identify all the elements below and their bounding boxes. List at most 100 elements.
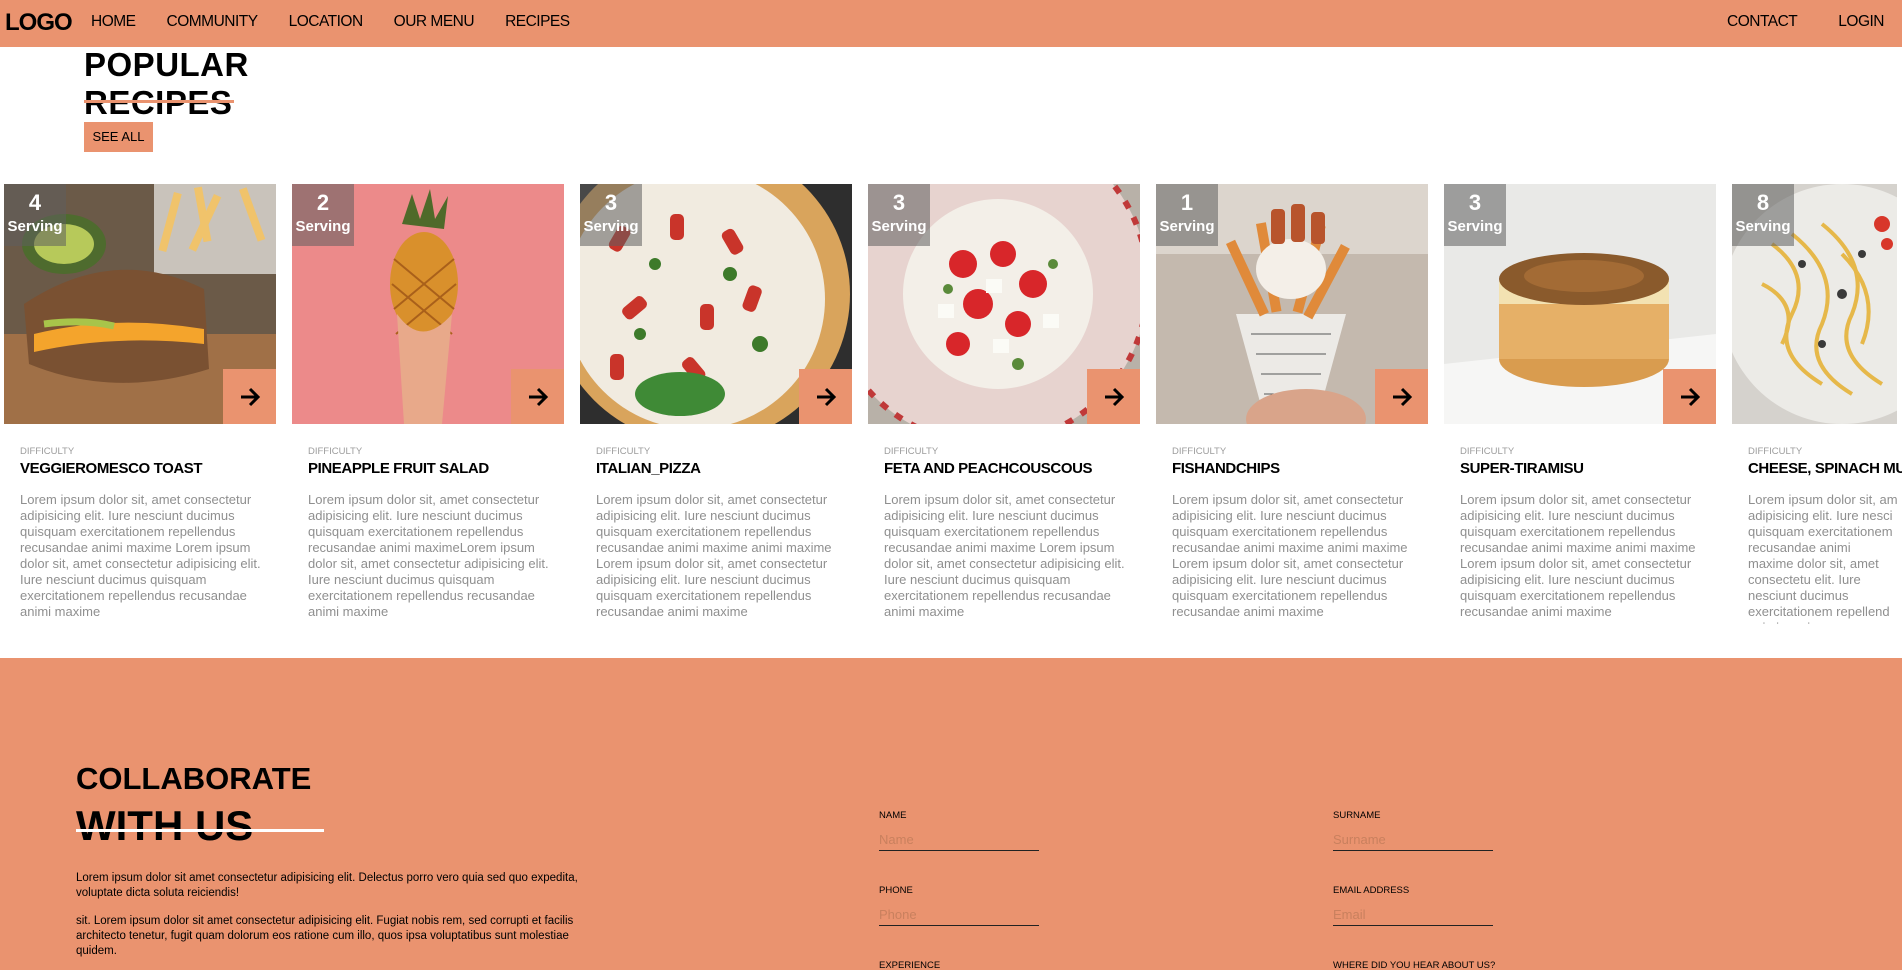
serving-badge: 3 Serving xyxy=(868,184,930,246)
nav-link-home[interactable]: HOME xyxy=(91,13,136,31)
name-label: NAME xyxy=(879,810,907,821)
open-recipe-button[interactable] xyxy=(1663,369,1716,424)
difficulty-label: DIFFICULTY xyxy=(1748,446,1803,457)
arrow-right-icon xyxy=(1680,387,1700,406)
arrow-right-icon xyxy=(816,387,836,406)
recipe-card[interactable]: 4 Serving DIFFICULTY VEGGIEROMESCO TOAST… xyxy=(4,184,276,620)
recipe-card[interactable]: 3 Serving DIFFICULTY ITALIAN_PIZZA Lorem… xyxy=(580,184,852,620)
popular-recipes-heading: POPULAR RECIPES xyxy=(84,46,249,122)
recipe-card[interactable]: 3 Serving DIFFICULTY FETA AND PEACHCOUSC… xyxy=(868,184,1140,620)
phone-label: PHONE xyxy=(879,885,913,896)
serving-count: 3 xyxy=(1468,190,1482,215)
recipe-card[interactable]: 1 Serving DIFFICULTY FISHANDCHIPS Lorem … xyxy=(1156,184,1428,620)
recipe-image: 8 Serving xyxy=(1732,184,1897,424)
serving-badge: 3 Serving xyxy=(580,184,642,246)
nav-link-our-menu[interactable]: OUR MENU xyxy=(394,13,475,31)
open-recipe-button[interactable] xyxy=(1375,369,1428,424)
serving-label: Serving xyxy=(1735,218,1791,235)
serving-count: 3 xyxy=(604,190,618,215)
serving-badge: 2 Serving xyxy=(292,184,354,246)
difficulty-label: DIFFICULTY xyxy=(1172,446,1227,457)
surname-label: SURNAME xyxy=(1333,810,1381,821)
serving-count: 8 xyxy=(1756,190,1770,215)
surname-input[interactable] xyxy=(1333,829,1493,851)
recipe-card[interactable]: 3 Serving DIFFICULTY SUPER-TIRAMISU Lore… xyxy=(1444,184,1716,620)
collab-title-line1: COLLABORATE xyxy=(76,761,312,796)
experience-label: EXPERIENCE xyxy=(879,960,941,971)
section-title-line1: POPULAR xyxy=(84,46,249,83)
difficulty-label: DIFFICULTY xyxy=(1460,446,1515,457)
arrow-right-icon xyxy=(1104,387,1124,406)
recipe-description: Lorem ipsum dolor sit, amet consectetur … xyxy=(1460,492,1696,619)
top-navbar: LOGO HOME COMMUNITY LOCATION OUR MENU RE… xyxy=(0,0,1902,47)
section-title-line2: RECIPES xyxy=(84,84,233,121)
recipe-image: 3 Serving xyxy=(1444,184,1716,424)
recipe-description: Lorem ipsum dolor sit, amet consectetur … xyxy=(884,492,1125,619)
open-recipe-button[interactable] xyxy=(1087,369,1140,424)
open-recipe-button[interactable] xyxy=(511,369,564,424)
recipe-image: 3 Serving xyxy=(868,184,1140,424)
serving-count: 4 xyxy=(28,190,42,215)
serving-badge: 1 Serving xyxy=(1156,184,1218,246)
recipe-image: 1 Serving xyxy=(1156,184,1428,424)
arrow-right-icon xyxy=(528,387,548,406)
serving-count: 2 xyxy=(316,190,330,215)
phone-field: PHONE xyxy=(879,885,1039,926)
nav-link-location[interactable]: LOCATION xyxy=(289,13,364,31)
difficulty-label: DIFFICULTY xyxy=(20,446,75,457)
collab-paragraph-1: Lorem ipsum dolor sit amet consectetur a… xyxy=(76,872,578,899)
see-all-button[interactable]: SEE ALL xyxy=(84,122,153,152)
recipe-image: 2 Serving xyxy=(292,184,564,424)
difficulty-label: DIFFICULTY xyxy=(308,446,363,457)
recipe-description: Lorem ipsum dolor sit, amet consectetur … xyxy=(1172,492,1408,619)
nav-links: HOME COMMUNITY LOCATION OUR MENU RECIPES xyxy=(91,13,570,31)
open-recipe-button[interactable] xyxy=(223,369,276,424)
name-input[interactable] xyxy=(879,829,1039,851)
collab-title-line2: WITH US xyxy=(76,802,254,849)
serving-label: Serving xyxy=(7,218,63,235)
nav-link-login[interactable]: LOGIN xyxy=(1838,13,1884,31)
email-input[interactable] xyxy=(1333,904,1493,926)
arrow-right-icon xyxy=(1392,387,1412,406)
collab-paragraph-2: sit. Lorem ipsum dolor sit amet consecte… xyxy=(76,915,574,957)
arrow-right-icon xyxy=(240,387,260,406)
serving-label: Serving xyxy=(871,218,927,235)
logo[interactable]: LOGO xyxy=(5,9,73,37)
collaborate-section: COLLABORATE WITH US Lorem ipsum dolor si… xyxy=(0,658,1902,971)
recipe-name[interactable]: CHEESE, SPINACH MU xyxy=(1748,460,1902,477)
serving-count: 3 xyxy=(892,190,906,215)
recipe-name[interactable]: SUPER-TIRAMISU xyxy=(1460,460,1700,477)
recipe-description: Lorem ipsum dolor sit, amet consectetur … xyxy=(308,492,549,619)
nav-link-community[interactable]: COMMUNITY xyxy=(167,13,259,31)
nav-link-contact[interactable]: CONTACT xyxy=(1727,13,1798,31)
recipe-carousel: 4 Serving DIFFICULTY VEGGIEROMESCO TOAST… xyxy=(4,184,1902,624)
serving-badge: 8 Serving xyxy=(1732,184,1794,246)
nav-link-recipes[interactable]: RECIPES xyxy=(505,13,570,31)
recipe-description: Lorem ipsum dolor sit, amet consectetur … xyxy=(596,492,832,619)
phone-input[interactable] xyxy=(879,904,1039,926)
where-heard-label: WHERE DID YOU HEAR ABOUT US? xyxy=(1333,960,1496,971)
serving-label: Serving xyxy=(295,218,351,235)
recipe-name[interactable]: ITALIAN_PIZZA xyxy=(596,460,836,477)
serving-badge: 4 Serving xyxy=(4,184,66,246)
recipe-card[interactable]: 8 Serving DIFFICULTY CHEESE, SPINACH MU … xyxy=(1732,184,1902,624)
surname-field: SURNAME xyxy=(1333,810,1493,851)
recipe-name[interactable]: FETA AND PEACHCOUSCOUS xyxy=(884,460,1124,477)
nav-right-links: CONTACT LOGIN xyxy=(1727,13,1884,31)
serving-count: 1 xyxy=(1180,190,1194,215)
recipe-name[interactable]: VEGGIEROMESCO TOAST xyxy=(20,460,260,477)
title-underline xyxy=(84,100,234,103)
serving-badge: 3 Serving xyxy=(1444,184,1506,246)
title-strike-line xyxy=(76,829,324,832)
recipe-name[interactable]: FISHANDCHIPS xyxy=(1172,460,1412,477)
open-recipe-button[interactable] xyxy=(799,369,852,424)
email-label: EMAIL ADDRESS xyxy=(1333,885,1410,896)
recipe-image: 4 Serving xyxy=(4,184,276,424)
difficulty-label: DIFFICULTY xyxy=(596,446,651,457)
recipe-card[interactable]: 2 Serving DIFFICULTY PINEAPPLE FRUIT SAL… xyxy=(292,184,564,620)
recipe-image: 3 Serving xyxy=(580,184,852,424)
email-field: EMAIL ADDRESS xyxy=(1333,885,1493,926)
serving-label: Serving xyxy=(583,218,639,235)
recipe-name[interactable]: PINEAPPLE FRUIT SALAD xyxy=(308,460,548,477)
serving-label: Serving xyxy=(1447,218,1503,235)
